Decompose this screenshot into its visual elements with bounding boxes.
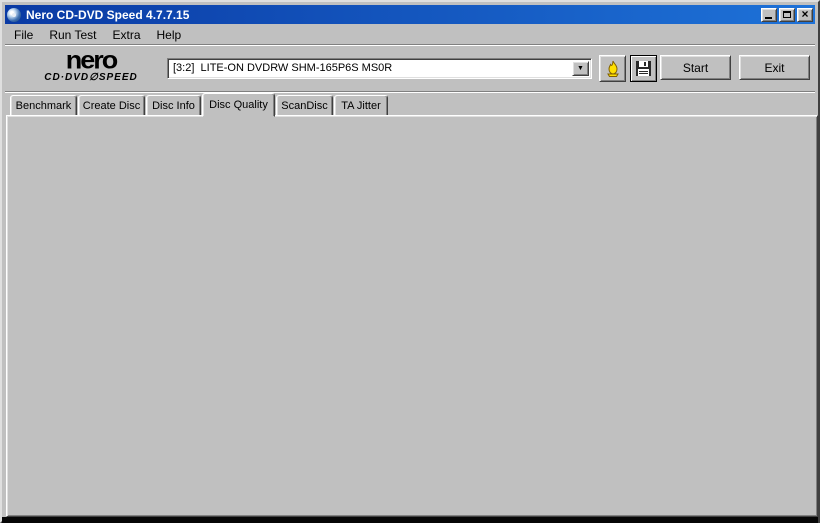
menu-bar: File Run Test Extra Help bbox=[6, 26, 814, 44]
flame-icon bbox=[606, 60, 619, 77]
menu-run-test[interactable]: Run Test bbox=[41, 27, 104, 43]
nero-logo: nero CD·DVD∅SPEED bbox=[16, 48, 166, 83]
nero-brand-text: nero bbox=[65, 46, 119, 74]
menu-extra[interactable]: Extra bbox=[104, 27, 148, 43]
tab-benchmark[interactable]: Benchmark bbox=[10, 95, 77, 116]
tab-disc-quality[interactable]: Disc Quality bbox=[202, 93, 275, 117]
tab-create-disc[interactable]: Create Disc bbox=[78, 95, 145, 116]
maximize-icon bbox=[783, 11, 791, 18]
chevron-down-icon[interactable]: ▼ bbox=[572, 61, 589, 76]
minimize-icon bbox=[765, 16, 772, 19]
start-button[interactable]: Start bbox=[660, 55, 731, 80]
drive-select[interactable]: [3:2] LITE-ON DVDRW SHM-165P6S MS0R ▼ bbox=[167, 58, 592, 79]
menu-help[interactable]: Help bbox=[149, 27, 190, 43]
drive-select-value: [3:2] LITE-ON DVDRW SHM-165P6S MS0R bbox=[173, 62, 393, 74]
close-button[interactable]: × bbox=[797, 7, 813, 22]
separator bbox=[5, 91, 815, 93]
save-button[interactable] bbox=[630, 55, 657, 82]
tab-scandisc[interactable]: ScanDisc bbox=[276, 95, 333, 116]
separator bbox=[5, 44, 815, 46]
minimize-button[interactable] bbox=[761, 7, 777, 22]
window-bottom-edge bbox=[2, 517, 818, 523]
disc-quality-page bbox=[6, 115, 818, 517]
exit-button[interactable]: Exit bbox=[739, 55, 810, 80]
tab-disc-info[interactable]: Disc Info bbox=[146, 95, 201, 116]
floppy-save-icon bbox=[636, 61, 651, 76]
burn-button[interactable] bbox=[599, 55, 626, 82]
close-icon: × bbox=[801, 7, 809, 21]
title-bar: Nero CD-DVD Speed 4.7.7.15 × bbox=[5, 5, 815, 24]
maximize-button[interactable] bbox=[779, 7, 795, 22]
menu-file[interactable]: File bbox=[6, 27, 41, 43]
app-disc-icon bbox=[7, 7, 21, 22]
app-window: Nero CD-DVD Speed 4.7.7.15 × File Run Te… bbox=[0, 0, 820, 523]
tab-ta-jitter[interactable]: TA Jitter bbox=[334, 95, 388, 116]
window-title: Nero CD-DVD Speed 4.7.7.15 bbox=[26, 7, 190, 22]
